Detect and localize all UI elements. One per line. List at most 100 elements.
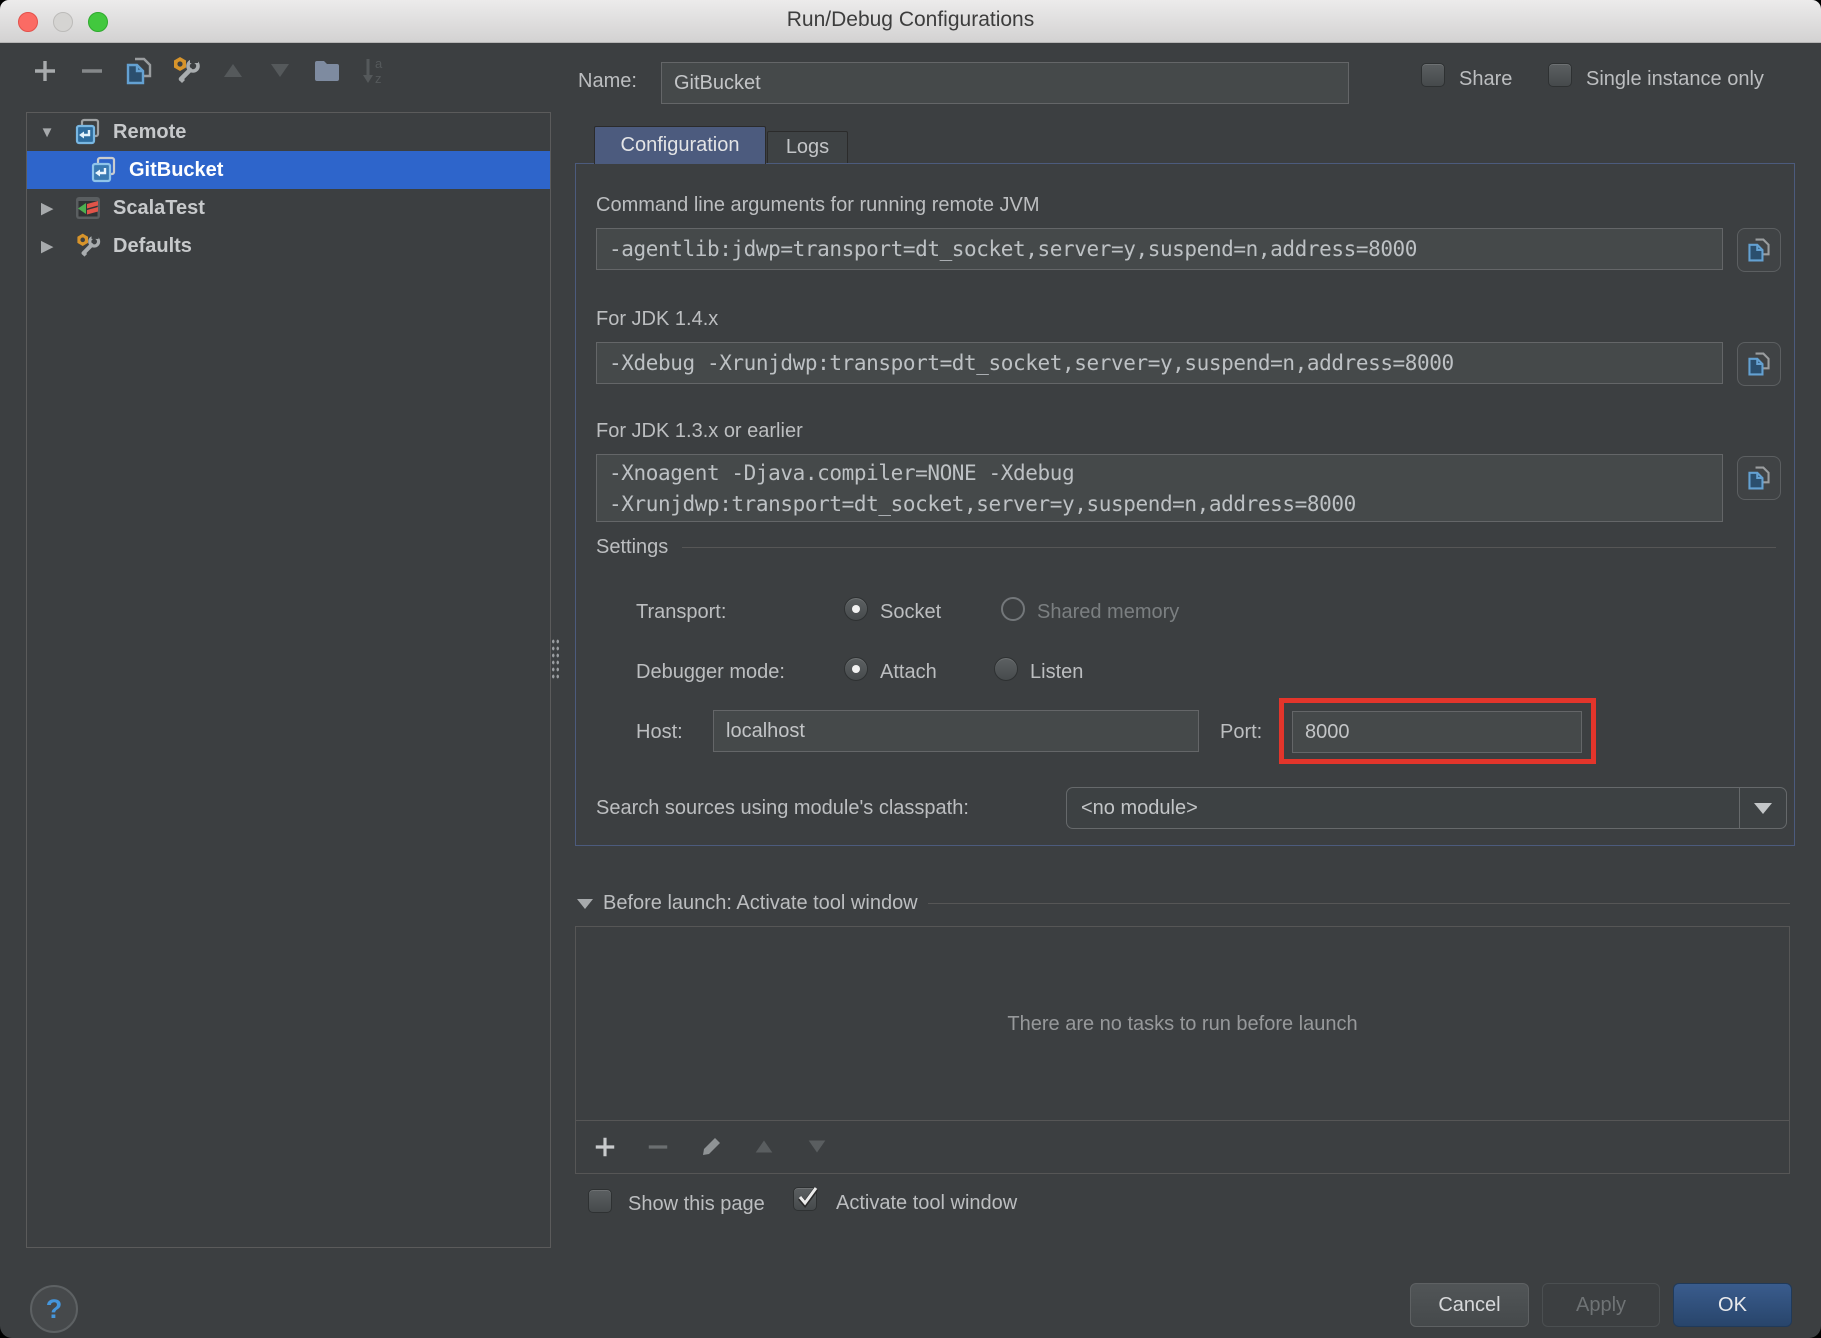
cancel-button[interactable]: Cancel xyxy=(1410,1283,1529,1327)
copy-icon xyxy=(1746,351,1772,377)
single-instance-checkbox[interactable] xyxy=(1548,63,1572,87)
tree-item-label: Remote xyxy=(113,121,186,144)
folder-icon xyxy=(312,56,342,86)
cmd-args-input[interactable] xyxy=(596,228,1723,270)
activate-tool-window-checkbox[interactable] xyxy=(793,1187,817,1211)
jdk13-label: For JDK 1.3.x or earlier xyxy=(596,420,803,443)
splitter-handle[interactable] xyxy=(551,638,560,680)
collapse-arrow-icon[interactable]: ▶ xyxy=(39,199,55,217)
arrow-up-icon xyxy=(220,58,246,84)
port-highlight-annotation xyxy=(1279,698,1596,764)
tab-logs[interactable]: Logs xyxy=(767,131,848,164)
tab-configuration[interactable]: Configuration xyxy=(594,126,766,164)
sort-alphabetically-button[interactable]: a z xyxy=(357,54,391,88)
transport-label: Transport: xyxy=(636,601,726,624)
debugger-attach-radio[interactable] xyxy=(844,657,868,681)
host-label: Host: xyxy=(636,721,683,744)
move-up-button[interactable] xyxy=(216,54,250,88)
move-task-down-button[interactable] xyxy=(804,1134,830,1160)
cmd-args-label: Command line arguments for running remot… xyxy=(596,194,1040,217)
jdk13-input[interactable]: -Xnoagent -Djava.compiler=NONE -Xdebug -… xyxy=(596,454,1723,522)
jdk14-input[interactable] xyxy=(596,342,1723,384)
show-this-page-label[interactable]: Show this page xyxy=(628,1193,765,1216)
add-configuration-button[interactable] xyxy=(28,54,62,88)
run-debug-configurations-dialog: Run/Debug Configurations xyxy=(0,0,1821,1338)
move-down-button[interactable] xyxy=(263,54,297,88)
svg-text:a: a xyxy=(375,56,383,71)
title-bar: Run/Debug Configurations xyxy=(0,0,1821,43)
activate-tool-window-label[interactable]: Activate tool window xyxy=(836,1192,1017,1215)
settings-section-label: Settings xyxy=(596,536,668,559)
jdk14-label: For JDK 1.4.x xyxy=(596,308,718,331)
module-classpath-value: <no module> xyxy=(1067,797,1739,820)
search-sources-label: Search sources using module's classpath: xyxy=(596,797,969,820)
edit-task-button[interactable] xyxy=(698,1134,724,1160)
configurations-tree: ▼ Remote GitBucket xyxy=(26,112,551,1248)
pencil-icon xyxy=(699,1135,723,1159)
debugger-listen-radio[interactable] xyxy=(994,657,1018,681)
tree-item-label: ScalaTest xyxy=(113,197,205,220)
arrow-up-icon xyxy=(752,1135,776,1159)
arrow-down-icon xyxy=(267,58,293,84)
name-input[interactable] xyxy=(661,62,1349,104)
transport-shared-memory-radio xyxy=(1001,597,1025,621)
copy-icon xyxy=(1746,237,1772,263)
before-launch-label: Before launch: Activate tool window xyxy=(603,892,918,915)
transport-shared-memory-label: Shared memory xyxy=(1037,601,1179,624)
debugger-attach-label[interactable]: Attach xyxy=(880,661,937,684)
sort-alpha-icon: a z xyxy=(358,55,390,87)
before-launch-tasks-box: There are no tasks to run before launch xyxy=(575,926,1790,1174)
svg-text:z: z xyxy=(375,71,382,86)
configurations-toolbar: a z xyxy=(28,54,391,88)
ok-button[interactable]: OK xyxy=(1673,1283,1792,1327)
remove-configuration-button[interactable] xyxy=(75,54,109,88)
show-this-page-checkbox[interactable] xyxy=(588,1189,612,1213)
collapse-arrow-icon[interactable]: ▶ xyxy=(39,237,55,255)
remove-task-button[interactable] xyxy=(645,1134,671,1160)
before-launch-header[interactable]: Before launch: Activate tool window xyxy=(577,892,1790,915)
section-divider xyxy=(682,547,1776,548)
copy-icon xyxy=(124,56,154,86)
arrow-down-icon xyxy=(805,1135,829,1159)
create-folder-button[interactable] xyxy=(310,54,344,88)
checkmark-icon xyxy=(795,1185,821,1211)
combo-arrow-button[interactable] xyxy=(1739,788,1786,828)
host-input[interactable] xyxy=(713,710,1199,752)
debugger-listen-label[interactable]: Listen xyxy=(1030,661,1083,684)
no-tasks-message: There are no tasks to run before launch xyxy=(576,927,1789,1121)
copy-to-clipboard-button[interactable] xyxy=(1737,456,1781,500)
edit-defaults-button[interactable] xyxy=(169,54,203,88)
tree-item-gitbucket[interactable]: GitBucket xyxy=(27,151,550,189)
wrench-gear-icon xyxy=(169,54,203,88)
copy-configuration-button[interactable] xyxy=(122,54,156,88)
tree-item-remote[interactable]: ▼ Remote xyxy=(27,113,550,151)
jdk13-line2: -Xrunjdwp:transport=dt_socket,server=y,s… xyxy=(609,489,1710,520)
move-task-up-button[interactable] xyxy=(751,1134,777,1160)
add-task-button[interactable] xyxy=(592,1134,618,1160)
chevron-down-icon xyxy=(577,899,593,909)
port-label: Port: xyxy=(1220,721,1262,744)
copy-to-clipboard-button[interactable] xyxy=(1737,228,1781,272)
copy-to-clipboard-button[interactable] xyxy=(1737,342,1781,386)
apply-button[interactable]: Apply xyxy=(1542,1283,1660,1327)
name-label: Name: xyxy=(578,70,637,93)
remote-debug-icon xyxy=(73,117,103,147)
copy-icon xyxy=(1746,465,1772,491)
help-button[interactable]: ? xyxy=(30,1285,78,1333)
tree-item-label: GitBucket xyxy=(129,159,223,182)
share-label[interactable]: Share xyxy=(1459,68,1512,91)
expand-arrow-icon[interactable]: ▼ xyxy=(39,124,55,141)
share-checkbox[interactable] xyxy=(1421,63,1445,87)
minus-icon xyxy=(79,58,105,84)
module-classpath-select[interactable]: <no module> xyxy=(1066,787,1787,829)
transport-socket-label[interactable]: Socket xyxy=(880,601,941,624)
tree-item-defaults[interactable]: ▶ Defaults xyxy=(27,227,550,265)
single-instance-label[interactable]: Single instance only xyxy=(1586,68,1764,91)
plus-icon xyxy=(593,1135,617,1159)
remote-debug-icon xyxy=(89,155,119,185)
jdk13-line1: -Xnoagent -Djava.compiler=NONE -Xdebug xyxy=(609,458,1710,489)
transport-socket-radio[interactable] xyxy=(844,597,868,621)
wrench-gear-icon xyxy=(73,231,103,261)
tree-item-scalatest[interactable]: ▶ ScalaTest xyxy=(27,189,550,227)
dialog-title: Run/Debug Configurations xyxy=(0,8,1821,32)
